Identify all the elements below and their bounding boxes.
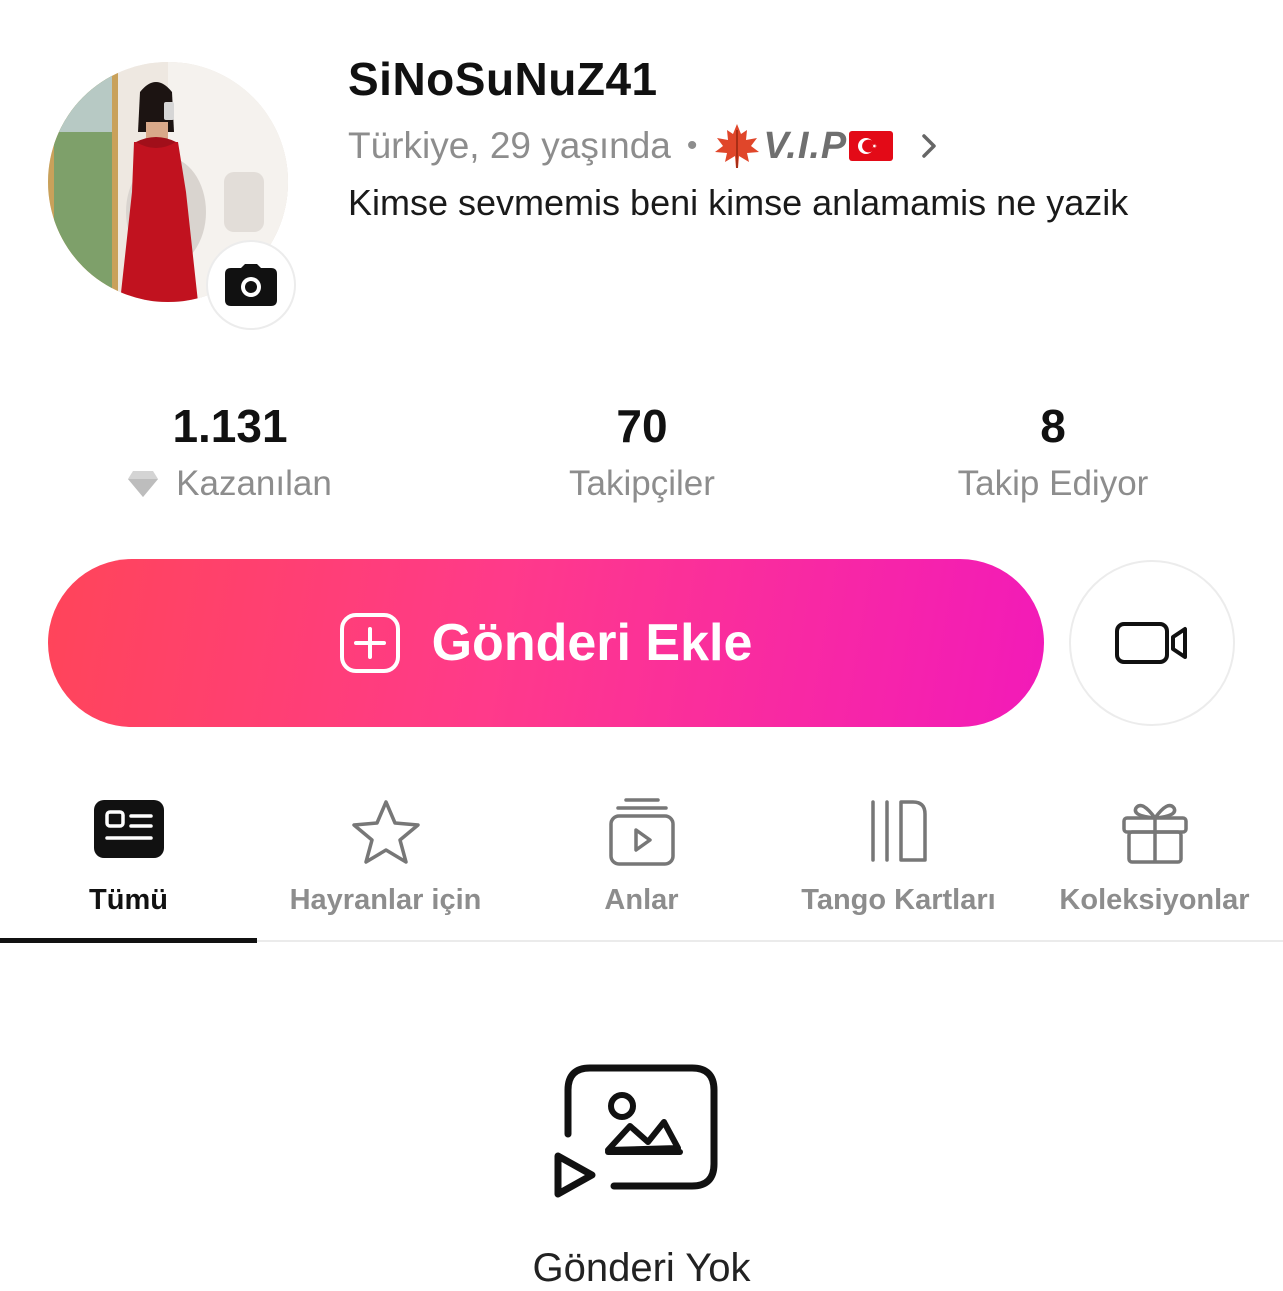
tab-for-fans[interactable]: Hayranlar için bbox=[257, 790, 514, 940]
stat-following[interactable]: 8 Takip Ediyor bbox=[903, 398, 1203, 514]
stat-earned-value: 1.131 bbox=[172, 400, 288, 452]
stat-following-label: Takip Ediyor bbox=[957, 464, 1149, 503]
turkey-flag-icon bbox=[849, 131, 894, 161]
maple-leaf-icon bbox=[715, 124, 760, 168]
camera-icon bbox=[225, 264, 277, 306]
meta-separator: • bbox=[686, 129, 698, 162]
gift-icon bbox=[1121, 803, 1188, 864]
change-avatar-button[interactable] bbox=[206, 240, 296, 330]
tab-all-label: Tümü bbox=[89, 884, 168, 916]
tab-moments-label: Anlar bbox=[604, 884, 679, 916]
content-tabs: Tümü Hayranlar için Anlar Tango Kartları bbox=[0, 790, 1283, 943]
star-icon bbox=[351, 800, 420, 864]
stat-followers-label: Takipçiler bbox=[569, 464, 715, 503]
tab-collections[interactable]: Koleksiyonlar bbox=[1026, 790, 1283, 940]
stat-earned[interactable]: 1.131 Kazanılan bbox=[80, 398, 380, 514]
chevron-right-icon[interactable] bbox=[919, 131, 939, 161]
username: SiNoSuNuZ41 bbox=[348, 53, 658, 105]
cards-icon bbox=[870, 800, 927, 862]
location-age-text: Türkiye, 29 yaşında bbox=[348, 125, 671, 166]
moments-play-icon bbox=[608, 798, 675, 866]
tab-tango-cards[interactable]: Tango Kartları bbox=[770, 790, 1027, 940]
tab-for-fans-label: Hayranlar için bbox=[289, 884, 482, 916]
diamond-icon bbox=[128, 471, 159, 497]
add-post-label: Gönderi Ekle bbox=[431, 614, 753, 672]
tab-all[interactable]: Tümü bbox=[0, 790, 257, 940]
vip-badge-text: V.I.P bbox=[763, 124, 848, 167]
profile-bio: Kimse sevmemis beni kimse anlamamis ne y… bbox=[348, 182, 1129, 223]
stat-earned-label: Kazanılan bbox=[176, 464, 332, 503]
add-post-button[interactable]: Gönderi Ekle bbox=[48, 559, 1044, 727]
stat-following-value: 8 bbox=[1040, 400, 1066, 452]
tab-collections-label: Koleksiyonlar bbox=[1059, 884, 1250, 916]
profile-avatar-container[interactable] bbox=[48, 62, 296, 330]
media-placeholder-icon bbox=[554, 1064, 718, 1198]
feed-icon bbox=[93, 800, 164, 858]
tab-tango-cards-label: Tango Kartları bbox=[801, 884, 996, 916]
plus-square-icon bbox=[339, 613, 400, 673]
go-live-button[interactable] bbox=[1069, 560, 1235, 726]
empty-state-message: Gönderi Yok bbox=[532, 1246, 751, 1290]
video-camera-icon bbox=[1115, 622, 1187, 664]
stat-earned-label-row: Kazanılan bbox=[80, 454, 380, 514]
profile-meta-row[interactable]: Türkiye, 29 yaşında • V.I.P bbox=[348, 120, 939, 172]
stat-followers[interactable]: 70 Takipçiler bbox=[492, 398, 792, 514]
stat-followers-value: 70 bbox=[616, 400, 668, 452]
tab-moments[interactable]: Anlar bbox=[513, 790, 770, 940]
active-tab-indicator bbox=[0, 938, 257, 943]
